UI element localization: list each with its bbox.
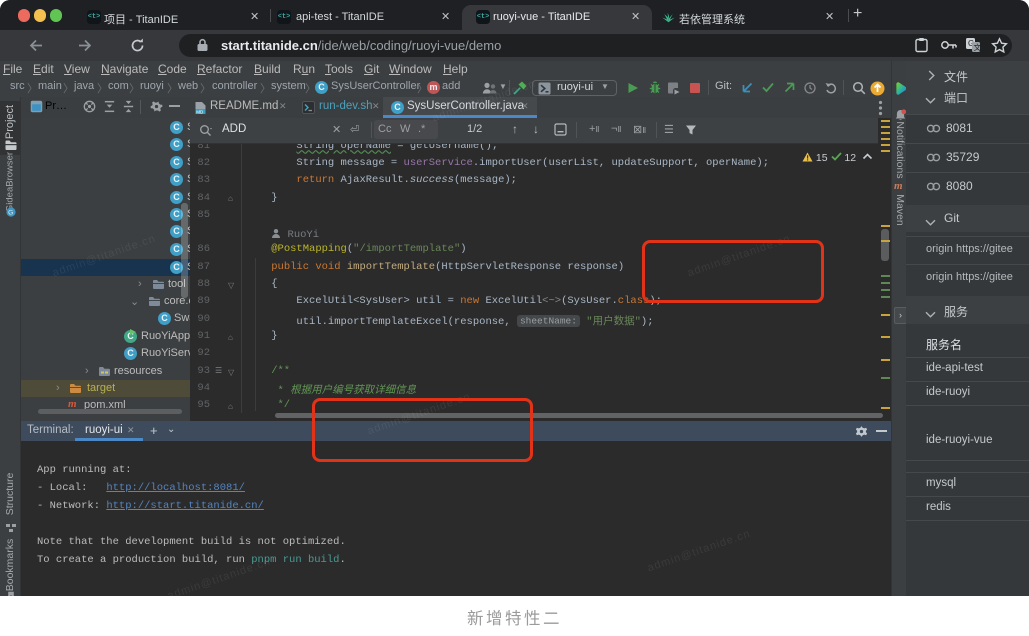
svg-text:G: G — [8, 209, 13, 216]
svg-text:文: 文 — [974, 42, 982, 52]
svg-text:MD: MD — [196, 109, 204, 114]
